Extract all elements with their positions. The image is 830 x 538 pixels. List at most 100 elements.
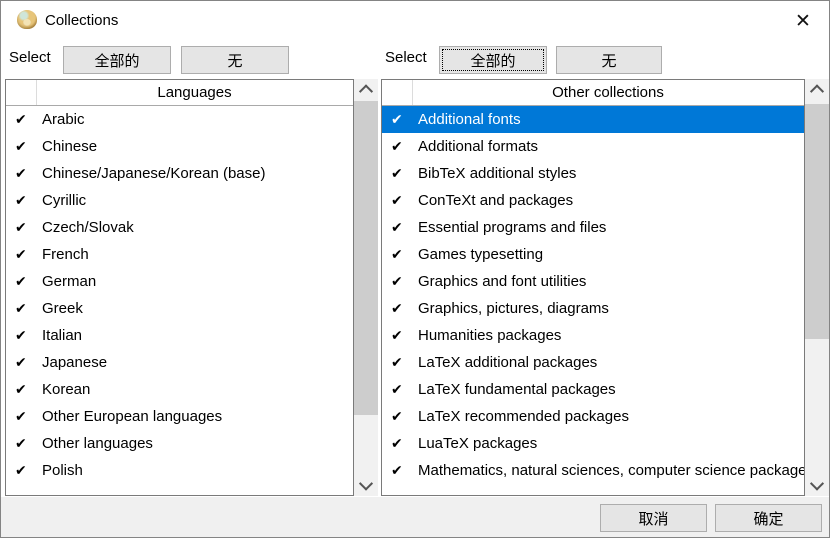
close-button[interactable]: ✕ xyxy=(783,5,823,37)
language-item[interactable]: ✔ Polish xyxy=(6,457,353,484)
collections-header[interactable]: Other collections xyxy=(382,80,804,106)
collection-item-label: Additional formats xyxy=(418,138,538,155)
language-item-label: Chinese/Japanese/Korean (base) xyxy=(42,165,265,182)
close-icon: ✕ xyxy=(795,12,811,31)
language-item-label: Polish xyxy=(42,462,83,479)
collection-item[interactable]: ✔ LuaTeX packages xyxy=(382,430,804,457)
scroll-thumb[interactable] xyxy=(354,101,378,415)
collection-item[interactable]: ✔ LaTeX recommended packages xyxy=(382,403,804,430)
footer: 取消 确定 xyxy=(1,497,829,537)
language-item-label: Cyrillic xyxy=(42,192,86,209)
check-icon: ✔ xyxy=(391,354,418,371)
collection-item[interactable]: ✔ Humanities packages xyxy=(382,322,804,349)
collection-item-label: LaTeX fundamental packages xyxy=(418,381,616,398)
check-icon: ✔ xyxy=(391,327,418,344)
language-item[interactable]: ✔ Other languages xyxy=(6,430,353,457)
collections-dialog: Collections ✕ Select 全部的 无 Select 全部的 无 … xyxy=(0,0,830,538)
check-icon: ✔ xyxy=(15,273,42,290)
check-icon: ✔ xyxy=(391,462,418,479)
language-item[interactable]: ✔ Korean xyxy=(6,376,353,403)
check-icon: ✔ xyxy=(15,111,42,128)
collection-item[interactable]: ✔ Graphics and font utilities xyxy=(382,268,804,295)
select-none-button-right[interactable]: 无 xyxy=(556,46,662,74)
language-item[interactable]: ✔ Chinese/Japanese/Korean (base) xyxy=(6,160,353,187)
chevron-up-icon xyxy=(810,84,824,98)
languages-panel: Languages ✔ Arabic ✔ Chinese ✔ Chinese/J… xyxy=(5,79,354,496)
check-icon: ✔ xyxy=(391,219,418,236)
collection-item[interactable]: ✔ Additional formats xyxy=(382,133,804,160)
scroll-thumb[interactable] xyxy=(805,104,829,339)
collection-item[interactable]: ✔ LaTeX additional packages xyxy=(382,349,804,376)
select-all-button-left[interactable]: 全部的 xyxy=(63,46,171,74)
collection-item-label: Humanities packages xyxy=(418,327,561,344)
scroll-up-button[interactable] xyxy=(354,79,378,101)
check-icon: ✔ xyxy=(391,111,418,128)
select-all-button-right[interactable]: 全部的 xyxy=(439,46,547,74)
titlebar: Collections ✕ xyxy=(1,1,829,41)
check-icon: ✔ xyxy=(15,165,42,182)
check-icon: ✔ xyxy=(391,300,418,317)
language-item-label: Italian xyxy=(42,327,82,344)
check-icon: ✔ xyxy=(391,165,418,182)
collection-item[interactable]: ✔ Essential programs and files xyxy=(382,214,804,241)
collection-item-label: Games typesetting xyxy=(418,246,543,263)
collection-item[interactable]: ✔ ConTeXt and packages xyxy=(382,187,804,214)
language-item-label: French xyxy=(42,246,89,263)
window-title: Collections xyxy=(45,1,118,41)
check-icon: ✔ xyxy=(15,300,42,317)
scroll-up-button[interactable] xyxy=(805,79,829,101)
select-none-button-left[interactable]: 无 xyxy=(181,46,289,74)
language-item[interactable]: ✔ Chinese xyxy=(6,133,353,160)
language-item[interactable]: ✔ Czech/Slovak xyxy=(6,214,353,241)
language-item[interactable]: ✔ Greek xyxy=(6,295,353,322)
collection-item[interactable]: ✔ LaTeX fundamental packages xyxy=(382,376,804,403)
collection-item-label: Graphics and font utilities xyxy=(418,273,586,290)
collection-item[interactable]: ✔ Mathematics, natural sciences, compute… xyxy=(382,457,804,484)
language-item[interactable]: ✔ Arabic xyxy=(6,106,353,133)
languages-header[interactable]: Languages xyxy=(6,80,353,106)
languages-list: ✔ Arabic ✔ Chinese ✔ Chinese/Japanese/Ko… xyxy=(6,106,353,495)
check-icon: ✔ xyxy=(15,327,42,344)
select-label-right: Select xyxy=(385,49,427,66)
language-item[interactable]: ✔ Japanese xyxy=(6,349,353,376)
language-item[interactable]: ✔ French xyxy=(6,241,353,268)
language-item[interactable]: ✔ German xyxy=(6,268,353,295)
check-icon: ✔ xyxy=(391,381,418,398)
language-item-label: Chinese xyxy=(42,138,97,155)
language-item[interactable]: ✔ Italian xyxy=(6,322,353,349)
language-item-label: Greek xyxy=(42,300,83,317)
language-item-label: German xyxy=(42,273,96,290)
scroll-down-button[interactable] xyxy=(354,474,378,496)
select-label-left: Select xyxy=(9,49,51,66)
check-icon: ✔ xyxy=(15,219,42,236)
check-icon: ✔ xyxy=(391,435,418,452)
scroll-down-button[interactable] xyxy=(805,474,829,496)
language-item-label: Arabic xyxy=(42,111,85,128)
collection-item-label: Mathematics, natural sciences, computer … xyxy=(418,462,804,479)
collection-item[interactable]: ✔ Games typesetting xyxy=(382,241,804,268)
ok-button[interactable]: 确定 xyxy=(715,504,822,532)
check-icon: ✔ xyxy=(15,435,42,452)
check-icon: ✔ xyxy=(15,192,42,209)
language-item-label: Czech/Slovak xyxy=(42,219,134,236)
collections-panel: Other collections ✔ Additional fonts ✔ A… xyxy=(381,79,805,496)
language-item-label: Other European languages xyxy=(42,408,222,425)
languages-scrollbar[interactable] xyxy=(354,79,378,496)
collections-scrollbar[interactable] xyxy=(805,79,829,496)
check-icon: ✔ xyxy=(15,381,42,398)
language-item-label: Other languages xyxy=(42,435,153,452)
collection-item-label: Essential programs and files xyxy=(418,219,606,236)
collection-item[interactable]: ✔ BibTeX additional styles xyxy=(382,160,804,187)
check-icon: ✔ xyxy=(391,273,418,290)
texlive-lion-icon xyxy=(17,10,37,29)
collection-item-label: LuaTeX packages xyxy=(418,435,537,452)
language-item-label: Korean xyxy=(42,381,90,398)
cancel-button[interactable]: 取消 xyxy=(600,504,707,532)
collection-item[interactable]: ✔ Additional fonts xyxy=(382,106,804,133)
chevron-up-icon xyxy=(359,84,373,98)
collection-item[interactable]: ✔ Graphics, pictures, diagrams xyxy=(382,295,804,322)
check-icon: ✔ xyxy=(391,192,418,209)
language-item[interactable]: ✔ Other European languages xyxy=(6,403,353,430)
collection-item-label: LaTeX recommended packages xyxy=(418,408,629,425)
language-item[interactable]: ✔ Cyrillic xyxy=(6,187,353,214)
